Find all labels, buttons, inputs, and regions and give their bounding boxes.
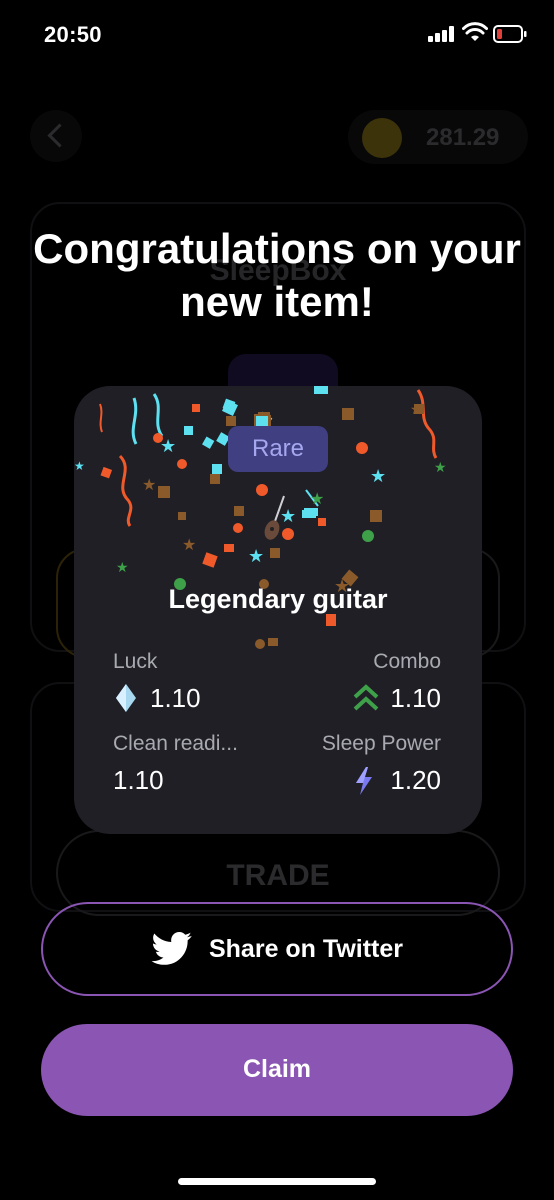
svg-text:★: ★ (370, 466, 386, 487)
status-time: 20:50 (44, 22, 102, 47)
svg-text:★: ★ (182, 535, 196, 554)
svg-text:★: ★ (248, 546, 264, 567)
sleep-power-value: 1.20 (390, 765, 441, 795)
item-name: Legendary guitar (168, 584, 388, 614)
svg-text:★: ★ (160, 436, 176, 457)
lightning-icon (356, 767, 372, 795)
home-indicator[interactable] (178, 1178, 376, 1185)
back-button (30, 110, 82, 162)
luck-label: Luck (113, 650, 158, 673)
sleep-power-label: Sleep Power (321, 732, 441, 755)
status-bar: 20:50 (0, 0, 554, 70)
diamond-icon (116, 684, 136, 712)
svg-text:★: ★ (410, 402, 423, 418)
combo-label: Combo (373, 650, 441, 673)
trade-label: TRADE (226, 859, 330, 892)
wifi-icon (462, 22, 488, 41)
svg-text:★: ★ (74, 459, 85, 473)
coin-icon (362, 118, 402, 158)
balance-value: 281.29 (426, 124, 500, 151)
svg-text:★: ★ (116, 560, 129, 576)
congratulations-title: Congratulations on your new item! (33, 225, 521, 325)
claim-button[interactable]: Claim (41, 1024, 513, 1116)
svg-text:★: ★ (434, 460, 447, 476)
share-on-twitter-button[interactable]: Share on Twitter (41, 902, 513, 996)
svg-text:★: ★ (310, 489, 324, 508)
battery-icon (493, 25, 527, 43)
guitar-icon (264, 495, 285, 540)
rarity-badge: Rare (228, 426, 328, 472)
balance-pill: 281.29 (348, 110, 528, 164)
luck-value: 1.10 (150, 683, 201, 713)
claim-button-label: Claim (242, 1055, 312, 1083)
svg-text:★: ★ (142, 475, 156, 494)
share-button-label: Share on Twitter (208, 934, 403, 963)
item-card: ★ ★ ★ ★ ★ ★ ★ ★ ★ ★ ★ ★ Rare Legendary g… (74, 386, 482, 834)
twitter-icon (151, 932, 192, 965)
combo-value: 1.10 (390, 683, 441, 713)
clean-reading-value: 1.10 (113, 765, 164, 795)
cellular-signal-icon (428, 26, 456, 42)
share-button-content: Share on Twitter (43, 904, 511, 994)
clean-reading-label: Clean readi... (113, 732, 238, 755)
